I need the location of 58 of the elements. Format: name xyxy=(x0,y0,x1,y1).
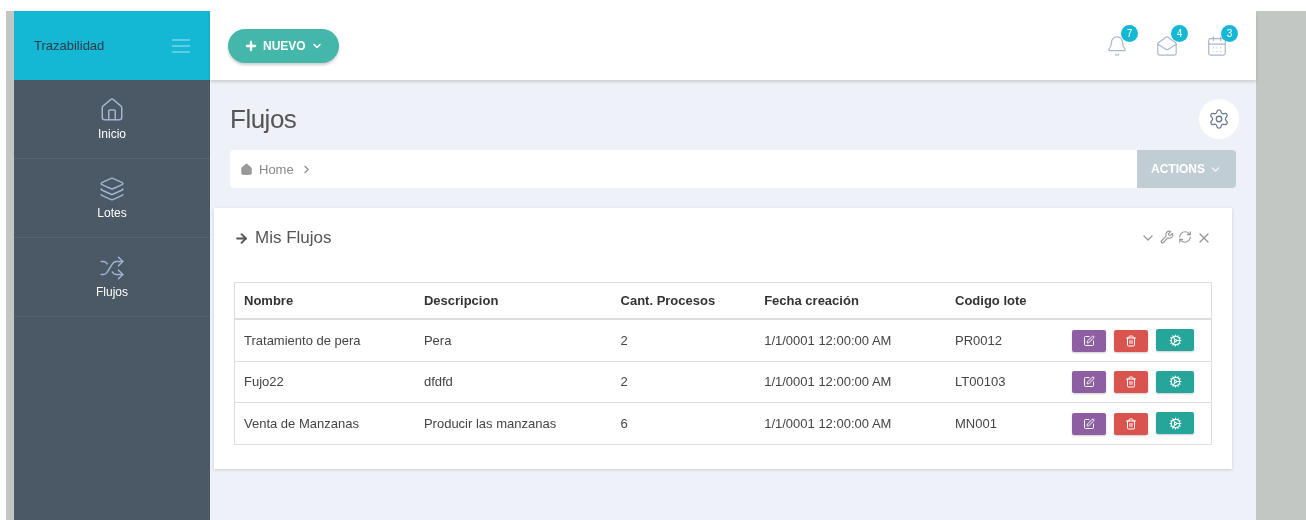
edit-icon xyxy=(1083,376,1095,388)
settings-button[interactable] xyxy=(1156,370,1194,393)
gear-icon xyxy=(1168,416,1182,430)
refresh-icon[interactable] xyxy=(1178,230,1192,244)
count-badge: 7 xyxy=(1121,24,1138,42)
table-cell: 6 xyxy=(611,402,756,444)
table-cell: 1/1/0001 12:00:00 AM xyxy=(755,402,946,444)
mail-icon[interactable] xyxy=(1156,34,1178,57)
edit-button[interactable] xyxy=(1072,329,1106,352)
delete-button[interactable] xyxy=(1114,329,1148,352)
column-header: Cant. Procesos xyxy=(611,282,756,319)
column-header: Nombre xyxy=(234,282,415,319)
settings-button[interactable] xyxy=(1156,412,1194,434)
table-cell: Venta de Manzanas xyxy=(234,402,415,444)
home-icon xyxy=(240,162,253,176)
delete-button[interactable] xyxy=(1114,371,1148,393)
panel-title: Mis Flujos xyxy=(234,228,332,248)
edit-icon xyxy=(1083,417,1095,430)
brand-name: Trazabilidad xyxy=(34,38,105,53)
trash-icon xyxy=(1125,417,1137,430)
table-cell: dfdfd xyxy=(414,361,612,403)
settings-button[interactable] xyxy=(1199,99,1239,139)
gear-icon xyxy=(1168,333,1182,347)
column-header: Fecha creación xyxy=(755,282,946,319)
count-badge: 3 xyxy=(1221,24,1238,42)
breadcrumb-link[interactable]: Home xyxy=(230,161,313,177)
settings-button[interactable] xyxy=(1156,329,1194,351)
table-cell: 2 xyxy=(611,319,756,361)
gear-icon xyxy=(1168,375,1182,388)
shuffle-icon xyxy=(99,255,125,281)
table-cell: PR0012 xyxy=(946,319,1063,361)
home-icon xyxy=(99,97,125,123)
table-cell: Producir las manzanas xyxy=(414,402,612,444)
arrow-icon xyxy=(234,230,249,246)
table-cell: Fujo22 xyxy=(234,361,415,403)
edit-button[interactable] xyxy=(1072,371,1106,393)
wrench-icon[interactable] xyxy=(1160,230,1174,244)
page-title: Flujos xyxy=(230,103,297,135)
table-cell: 2 xyxy=(611,361,756,403)
calendar-icon[interactable] xyxy=(1206,34,1228,57)
table-cell: LT00103 xyxy=(946,361,1063,403)
table-cell: 1/1/0001 12:00:00 AM xyxy=(755,361,946,403)
bell-icon[interactable] xyxy=(1106,34,1128,57)
table-cell: Tratamiento de pera xyxy=(234,319,415,361)
table-cell: Pera xyxy=(414,319,612,361)
table-cell: 1/1/0001 12:00:00 AM xyxy=(755,319,946,361)
table-cell: MN001 xyxy=(946,402,1063,444)
layers-icon xyxy=(99,176,125,202)
gear-icon xyxy=(1208,108,1230,130)
trash-icon xyxy=(1125,334,1137,347)
count-badge: 4 xyxy=(1171,24,1188,42)
delete-button[interactable] xyxy=(1114,412,1148,435)
plus-icon xyxy=(244,38,258,53)
edit-icon xyxy=(1083,334,1095,347)
trash-icon xyxy=(1125,376,1137,388)
column-header: Descripcion xyxy=(414,282,612,319)
edit-button[interactable] xyxy=(1072,412,1106,435)
column-header: Codigo lote xyxy=(946,282,1063,319)
